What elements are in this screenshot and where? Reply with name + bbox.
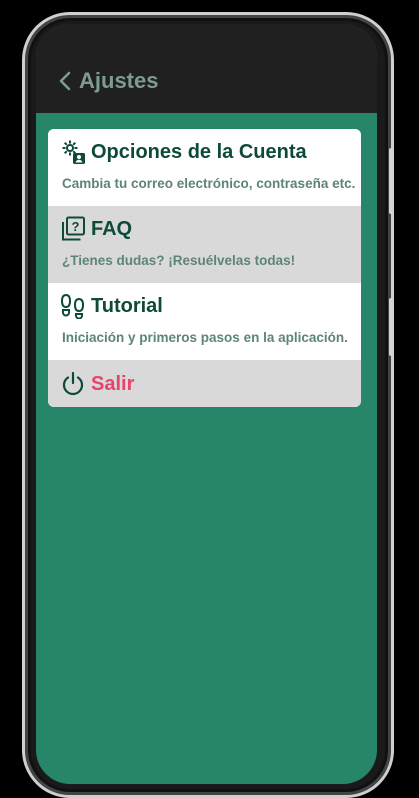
menu-item-tutorial[interactable]: Tutorial Iniciación y primeros pasos en … — [48, 283, 361, 360]
menu-item-subtitle: Cambia tu correo electrónico, contraseña… — [62, 176, 356, 191]
footsteps-icon — [60, 293, 85, 319]
screen: Ajustes Opciones de la Cuenta Cambia tu … — [36, 24, 377, 784]
account-settings-icon — [62, 140, 85, 164]
page-title: Ajustes — [79, 68, 159, 93]
power-button — [389, 298, 393, 356]
volume-button — [389, 148, 393, 214]
logout-label: Salir — [91, 373, 135, 395]
menu-item-title: Opciones de la Cuenta — [91, 141, 307, 163]
power-icon — [62, 371, 84, 396]
settings-menu: Opciones de la Cuenta Cambia tu correo e… — [48, 129, 361, 407]
menu-item-subtitle: Iniciación y primeros pasos en la aplica… — [62, 330, 348, 345]
logout-button[interactable]: Salir — [48, 360, 361, 407]
chevron-left-icon[interactable] — [58, 71, 72, 91]
menu-item-title: Tutorial — [91, 295, 163, 317]
menu-item-title: FAQ — [91, 218, 133, 240]
faq-icon: ? — [62, 216, 85, 241]
svg-text:?: ? — [72, 219, 80, 234]
menu-item-faq[interactable]: ? FAQ ¿Tienes dudas? ¡Resuélvelas todas! — [48, 206, 361, 283]
menu-item-account-options[interactable]: Opciones de la Cuenta Cambia tu correo e… — [48, 129, 361, 206]
menu-item-subtitle: ¿Tienes dudas? ¡Resuélvelas todas! — [62, 253, 296, 268]
app-bar: Ajustes — [36, 24, 377, 113]
